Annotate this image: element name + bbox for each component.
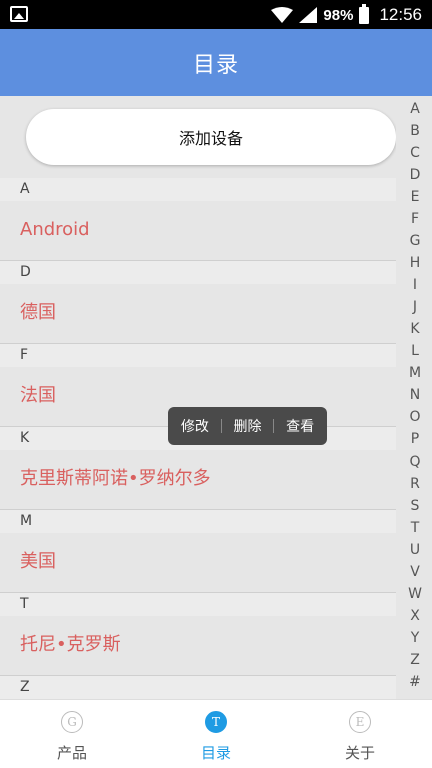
index-letter[interactable]: P xyxy=(411,428,419,450)
nav-label: 产品 xyxy=(56,744,87,762)
section-header: D xyxy=(0,261,396,284)
view-option[interactable]: 查看 xyxy=(280,416,320,436)
index-letter[interactable]: T xyxy=(411,517,420,539)
app-header: 目录 xyxy=(0,29,432,96)
nav-products[interactable]: G 产品 xyxy=(0,700,144,768)
section-header: Z xyxy=(0,676,396,699)
catalog-icon: T xyxy=(205,711,227,733)
catalog-list[interactable]: 添加设备 A Android D 德国 F 法国 K 克里斯蒂阿诺•罗纳尔多 M… xyxy=(0,96,396,699)
add-device-button[interactable]: 添加设备 xyxy=(26,109,396,165)
section-m: M 美国 xyxy=(0,510,396,593)
index-letter[interactable]: Q xyxy=(409,451,420,473)
section-header: M xyxy=(0,510,396,533)
signal-icon xyxy=(299,7,318,23)
page-title: 目录 xyxy=(192,52,239,78)
index-letter[interactable]: V xyxy=(410,561,420,583)
index-letter[interactable]: N xyxy=(410,384,420,406)
index-letter[interactable]: B xyxy=(410,120,420,142)
index-letter[interactable]: D xyxy=(410,164,421,186)
index-letter[interactable]: F xyxy=(411,208,419,230)
bottom-navigation: G 产品 T 目录 E 关于 xyxy=(0,699,432,768)
list-item[interactable]: 德国 xyxy=(0,284,396,344)
wifi-icon xyxy=(271,7,294,23)
index-letter[interactable]: E xyxy=(411,186,420,208)
section-header: F xyxy=(0,344,396,367)
image-icon xyxy=(10,6,28,22)
list-item[interactable]: 美国 xyxy=(0,533,396,593)
index-letter[interactable]: J xyxy=(413,296,417,318)
section-header: T xyxy=(0,593,396,616)
about-icon: E xyxy=(349,711,371,733)
index-letter[interactable]: Y xyxy=(411,627,420,649)
nav-about[interactable]: E 关于 xyxy=(288,700,432,768)
battery-percent: 98% xyxy=(323,6,354,24)
nav-label: 关于 xyxy=(344,744,375,762)
index-letter[interactable]: G xyxy=(410,230,421,252)
list-item[interactable]: 克里斯蒂阿诺•罗纳尔多 xyxy=(0,450,396,510)
status-right: 98% 12:56 xyxy=(271,3,422,26)
index-letter[interactable]: A xyxy=(410,98,420,120)
alphabet-index-bar[interactable]: A B C D E F G H I J K L M N O P Q R S T U V W X Y Z # xyxy=(404,98,426,693)
clock: 12:56 xyxy=(379,5,422,24)
section-d: D 德国 xyxy=(0,261,396,344)
status-bar: 98% 12:56 xyxy=(0,0,432,29)
index-letter[interactable]: O xyxy=(409,406,420,428)
index-letter[interactable]: I xyxy=(413,274,417,296)
section-header: A xyxy=(0,178,396,201)
index-letter[interactable]: R xyxy=(410,473,420,495)
section-a: A Android xyxy=(0,178,396,261)
index-letter[interactable]: S xyxy=(411,495,420,517)
section-t: T 托尼•克罗斯 xyxy=(0,593,396,676)
nav-label: 目录 xyxy=(200,744,231,762)
index-letter[interactable]: H xyxy=(410,252,421,274)
battery-icon xyxy=(359,3,370,24)
index-letter[interactable]: # xyxy=(409,671,421,693)
index-letter[interactable]: Z xyxy=(410,649,420,671)
index-letter[interactable]: M xyxy=(409,362,421,384)
index-letter[interactable]: C xyxy=(410,142,420,164)
context-menu: 修改 删除 查看 xyxy=(168,407,327,445)
section-z: Z xyxy=(0,676,396,699)
list-item[interactable]: Android xyxy=(0,201,396,261)
index-letter[interactable]: W xyxy=(408,583,422,605)
delete-option[interactable]: 删除 xyxy=(227,416,267,436)
index-letter[interactable]: X xyxy=(410,605,420,627)
index-letter[interactable]: U xyxy=(410,539,420,561)
menu-divider xyxy=(220,419,222,433)
products-icon: G xyxy=(61,711,83,733)
index-letter[interactable]: L xyxy=(411,340,419,362)
list-item[interactable]: 托尼•克罗斯 xyxy=(0,616,396,676)
menu-divider xyxy=(273,419,275,433)
nav-catalog[interactable]: T 目录 xyxy=(144,700,288,768)
edit-option[interactable]: 修改 xyxy=(175,416,215,436)
add-button-container: 添加设备 xyxy=(0,96,396,178)
index-letter[interactable]: K xyxy=(410,318,419,340)
